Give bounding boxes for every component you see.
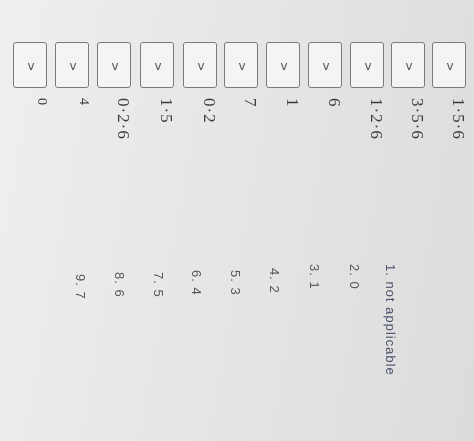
choice-7: 7. 5 [151,272,166,298]
choice-5: 5. 3 [228,270,243,296]
answer-row-4: v 6 [308,40,344,440]
chevron-down-icon: v [154,59,162,73]
answer-dropdown[interactable]: v [350,42,384,88]
row-value: 6 [325,98,344,108]
answer-row-5: v 1 [266,40,302,440]
row-value: 0 [34,98,49,106]
chevron-down-icon: v [27,59,35,73]
answer-dropdown[interactable]: v [97,42,131,88]
answer-dropdown[interactable]: v [55,42,89,88]
choice-2: 2. 0 [347,264,362,290]
row-value: 7 [241,98,260,108]
answer-row-7: v 0·2 [183,40,219,440]
row-value: 1·5 [157,98,176,124]
answer-row-3: v 1·2·6 [350,40,386,440]
chevron-down-icon: v [197,59,205,73]
answer-dropdown[interactable]: v [308,42,342,88]
answer-dropdown[interactable]: v [140,42,174,88]
choice-6: 6. 4 [189,270,204,296]
answer-row-8: v 1·5 [140,40,176,440]
row-value: 1·2·6 [367,98,386,140]
choice-1: 1. not applicable [383,264,398,376]
chevron-down-icon: v [69,59,77,73]
chevron-down-icon: v [111,59,119,73]
chevron-down-icon: v [238,59,246,73]
answer-dropdown[interactable]: v [432,42,466,88]
answer-row-1: v 1·5·6 [432,40,468,440]
chevron-down-icon: v [446,59,454,73]
answer-row-2: v 3·5·6 [391,40,427,440]
choice-8: 8. 6 [112,272,127,298]
chevron-down-icon: v [405,59,413,73]
answer-row-10: v 4 [55,40,91,440]
row-value: 0·2 [200,98,219,124]
row-value: 4 [76,98,91,106]
row-value: 1 [283,98,302,108]
worksheet: v 1·5·6 v 3·5·6 v 1·2·6 v 6 v 1 v 7 v 0·… [0,0,474,441]
chevron-down-icon: v [280,59,288,73]
row-value: 3·5·6 [408,98,427,140]
choice-9: 9. 7 [73,274,88,300]
answer-dropdown[interactable]: v [266,42,300,88]
choice-3: 3. 1 [307,264,322,290]
chevron-down-icon: v [364,59,372,73]
answer-row-11: v 0 [13,40,49,440]
answer-dropdown[interactable]: v [391,42,425,88]
choice-4: 4. 2 [267,268,282,294]
chevron-down-icon: v [322,59,330,73]
answer-dropdown[interactable]: v [183,42,217,88]
answer-dropdown[interactable]: v [224,42,258,88]
answer-dropdown[interactable]: v [13,42,47,88]
row-value: 1·5·6 [449,98,468,140]
answer-row-6: v 7 [224,40,260,440]
answer-row-9: v 0·2·6 [97,40,133,440]
row-value: 0·2·6 [114,98,133,140]
